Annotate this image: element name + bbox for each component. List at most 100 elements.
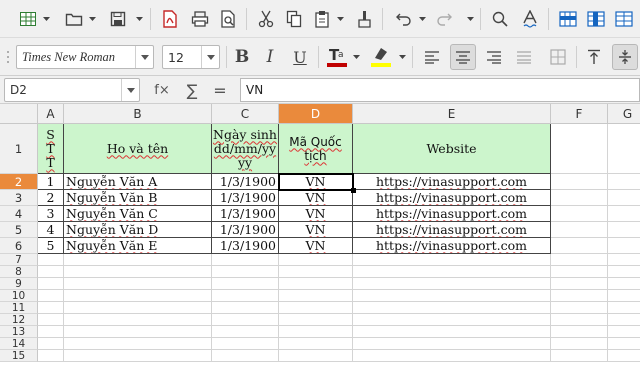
print-icon[interactable]	[190, 9, 210, 29]
header-cell-website[interactable]: Website	[353, 124, 551, 174]
row-header-10[interactable]: 10	[0, 290, 38, 302]
redo-dropdown-icon[interactable]	[466, 14, 474, 24]
empty-cell[interactable]	[212, 338, 279, 350]
empty-cell[interactable]	[64, 266, 212, 278]
empty-cell[interactable]	[551, 338, 608, 350]
empty-cell[interactable]	[353, 314, 551, 326]
empty-cell[interactable]	[212, 266, 279, 278]
spreadsheet-grid[interactable]: A B C D E F G 1 STT Ho và tên Ngày sinh …	[0, 104, 640, 368]
table-cell-dob[interactable]: 1/3/1900	[212, 222, 279, 238]
empty-cell[interactable]	[551, 266, 608, 278]
paste-dropdown-icon[interactable]	[336, 14, 344, 24]
empty-cell[interactable]	[212, 254, 279, 266]
table-cell-g[interactable]	[608, 222, 640, 238]
table-cell-f[interactable]	[551, 238, 608, 254]
undo-dropdown-icon[interactable]	[418, 14, 426, 24]
highlight-dropdown-icon[interactable]	[398, 52, 406, 62]
formula-icon[interactable]: =	[208, 80, 232, 100]
column-header-b[interactable]: B	[64, 104, 212, 124]
empty-cell[interactable]	[279, 290, 353, 302]
empty-cell[interactable]	[353, 338, 551, 350]
font-name-combobox[interactable]: Times New Roman	[16, 45, 154, 69]
empty-cell[interactable]	[279, 314, 353, 326]
chevron-down-icon[interactable]	[135, 46, 153, 68]
empty-cell[interactable]	[551, 254, 608, 266]
font-size-combobox[interactable]: 12	[162, 45, 220, 69]
empty-cell[interactable]	[279, 254, 353, 266]
row-header-6[interactable]: 6	[0, 238, 38, 254]
new-dropdown-icon[interactable]	[42, 14, 50, 24]
table-cell-f[interactable]	[551, 206, 608, 222]
empty-cell[interactable]	[551, 290, 608, 302]
empty-cell[interactable]	[551, 302, 608, 314]
row-header-12[interactable]: 12	[0, 314, 38, 326]
table-cell-country[interactable]: VN	[279, 190, 353, 206]
table-cell-website[interactable]: https://vinasupport.com	[353, 206, 551, 222]
table-cell-f[interactable]	[551, 222, 608, 238]
empty-cell[interactable]	[64, 290, 212, 302]
font-color-icon[interactable]: Ta	[326, 45, 348, 69]
empty-cell[interactable]	[279, 338, 353, 350]
table-cell-stt[interactable]: 2	[38, 190, 64, 206]
align-top-icon[interactable]	[584, 47, 604, 67]
empty-cell[interactable]	[38, 266, 64, 278]
italic-icon[interactable]: I	[260, 47, 280, 67]
row-header-1[interactable]: 1	[0, 124, 38, 174]
table-cell-dob[interactable]: 1/3/1900	[212, 238, 279, 254]
table-cell-dob[interactable]: 1/3/1900	[212, 206, 279, 222]
table-cell-g[interactable]	[608, 206, 640, 222]
empty-cell[interactable]	[608, 338, 640, 350]
row-header-2[interactable]: 2	[0, 174, 38, 190]
empty-cell[interactable]	[38, 314, 64, 326]
empty-cell[interactable]	[279, 278, 353, 290]
empty-cell[interactable]	[212, 290, 279, 302]
row-header-15[interactable]: 15	[0, 350, 38, 362]
empty-cell[interactable]	[38, 302, 64, 314]
empty-cell[interactable]	[353, 290, 551, 302]
save-icon[interactable]	[108, 9, 128, 29]
highlight-color-icon[interactable]	[370, 45, 392, 69]
row-header-9[interactable]: 9	[0, 278, 38, 290]
table-cell-website[interactable]: https://vinasupport.com	[353, 238, 551, 254]
table-cell-g[interactable]	[608, 174, 640, 190]
redo-icon[interactable]	[434, 9, 454, 29]
center-vertically-icon[interactable]	[612, 44, 638, 70]
empty-cell[interactable]	[38, 278, 64, 290]
row-header-13[interactable]: 13	[0, 326, 38, 338]
empty-cell[interactable]	[353, 350, 551, 362]
empty-cell[interactable]	[608, 302, 640, 314]
empty-cell[interactable]	[353, 254, 551, 266]
align-left-icon[interactable]	[422, 47, 442, 67]
empty-cell[interactable]	[608, 326, 640, 338]
new-spreadsheet-icon[interactable]	[18, 9, 38, 29]
empty-cell[interactable]	[38, 326, 64, 338]
paste-icon[interactable]	[312, 9, 332, 29]
cell-f1[interactable]	[551, 124, 608, 174]
underline-icon[interactable]: U	[290, 47, 310, 67]
empty-cell[interactable]	[608, 278, 640, 290]
cell-g1[interactable]	[608, 124, 640, 174]
table-cell-stt[interactable]: 3	[38, 206, 64, 222]
select-all-corner[interactable]	[0, 104, 38, 124]
row-header-5[interactable]: 5	[0, 222, 38, 238]
empty-cell[interactable]	[608, 266, 640, 278]
table-cell-website[interactable]: https://vinasupport.com	[353, 222, 551, 238]
function-wizard-icon[interactable]: f×	[148, 80, 176, 100]
empty-cell[interactable]	[279, 326, 353, 338]
row-header-14[interactable]: 14	[0, 338, 38, 350]
header-cell-dob[interactable]: Ngày sinh dd/mm/yyyy	[212, 124, 279, 174]
empty-cell[interactable]	[38, 350, 64, 362]
empty-cell[interactable]	[64, 326, 212, 338]
empty-cell[interactable]	[551, 314, 608, 326]
bold-icon[interactable]: B	[232, 47, 252, 67]
empty-cell[interactable]	[353, 278, 551, 290]
table-cell-f[interactable]	[551, 174, 608, 190]
table-cell-country[interactable]: VN	[279, 222, 353, 238]
header-cell-country[interactable]: Mã Quốc tịch	[279, 124, 353, 174]
empty-cell[interactable]	[551, 278, 608, 290]
clone-formatting-icon[interactable]	[354, 9, 374, 29]
chevron-down-icon[interactable]	[201, 46, 219, 68]
empty-cell[interactable]	[353, 266, 551, 278]
empty-cell[interactable]	[353, 326, 551, 338]
empty-cell[interactable]	[353, 302, 551, 314]
